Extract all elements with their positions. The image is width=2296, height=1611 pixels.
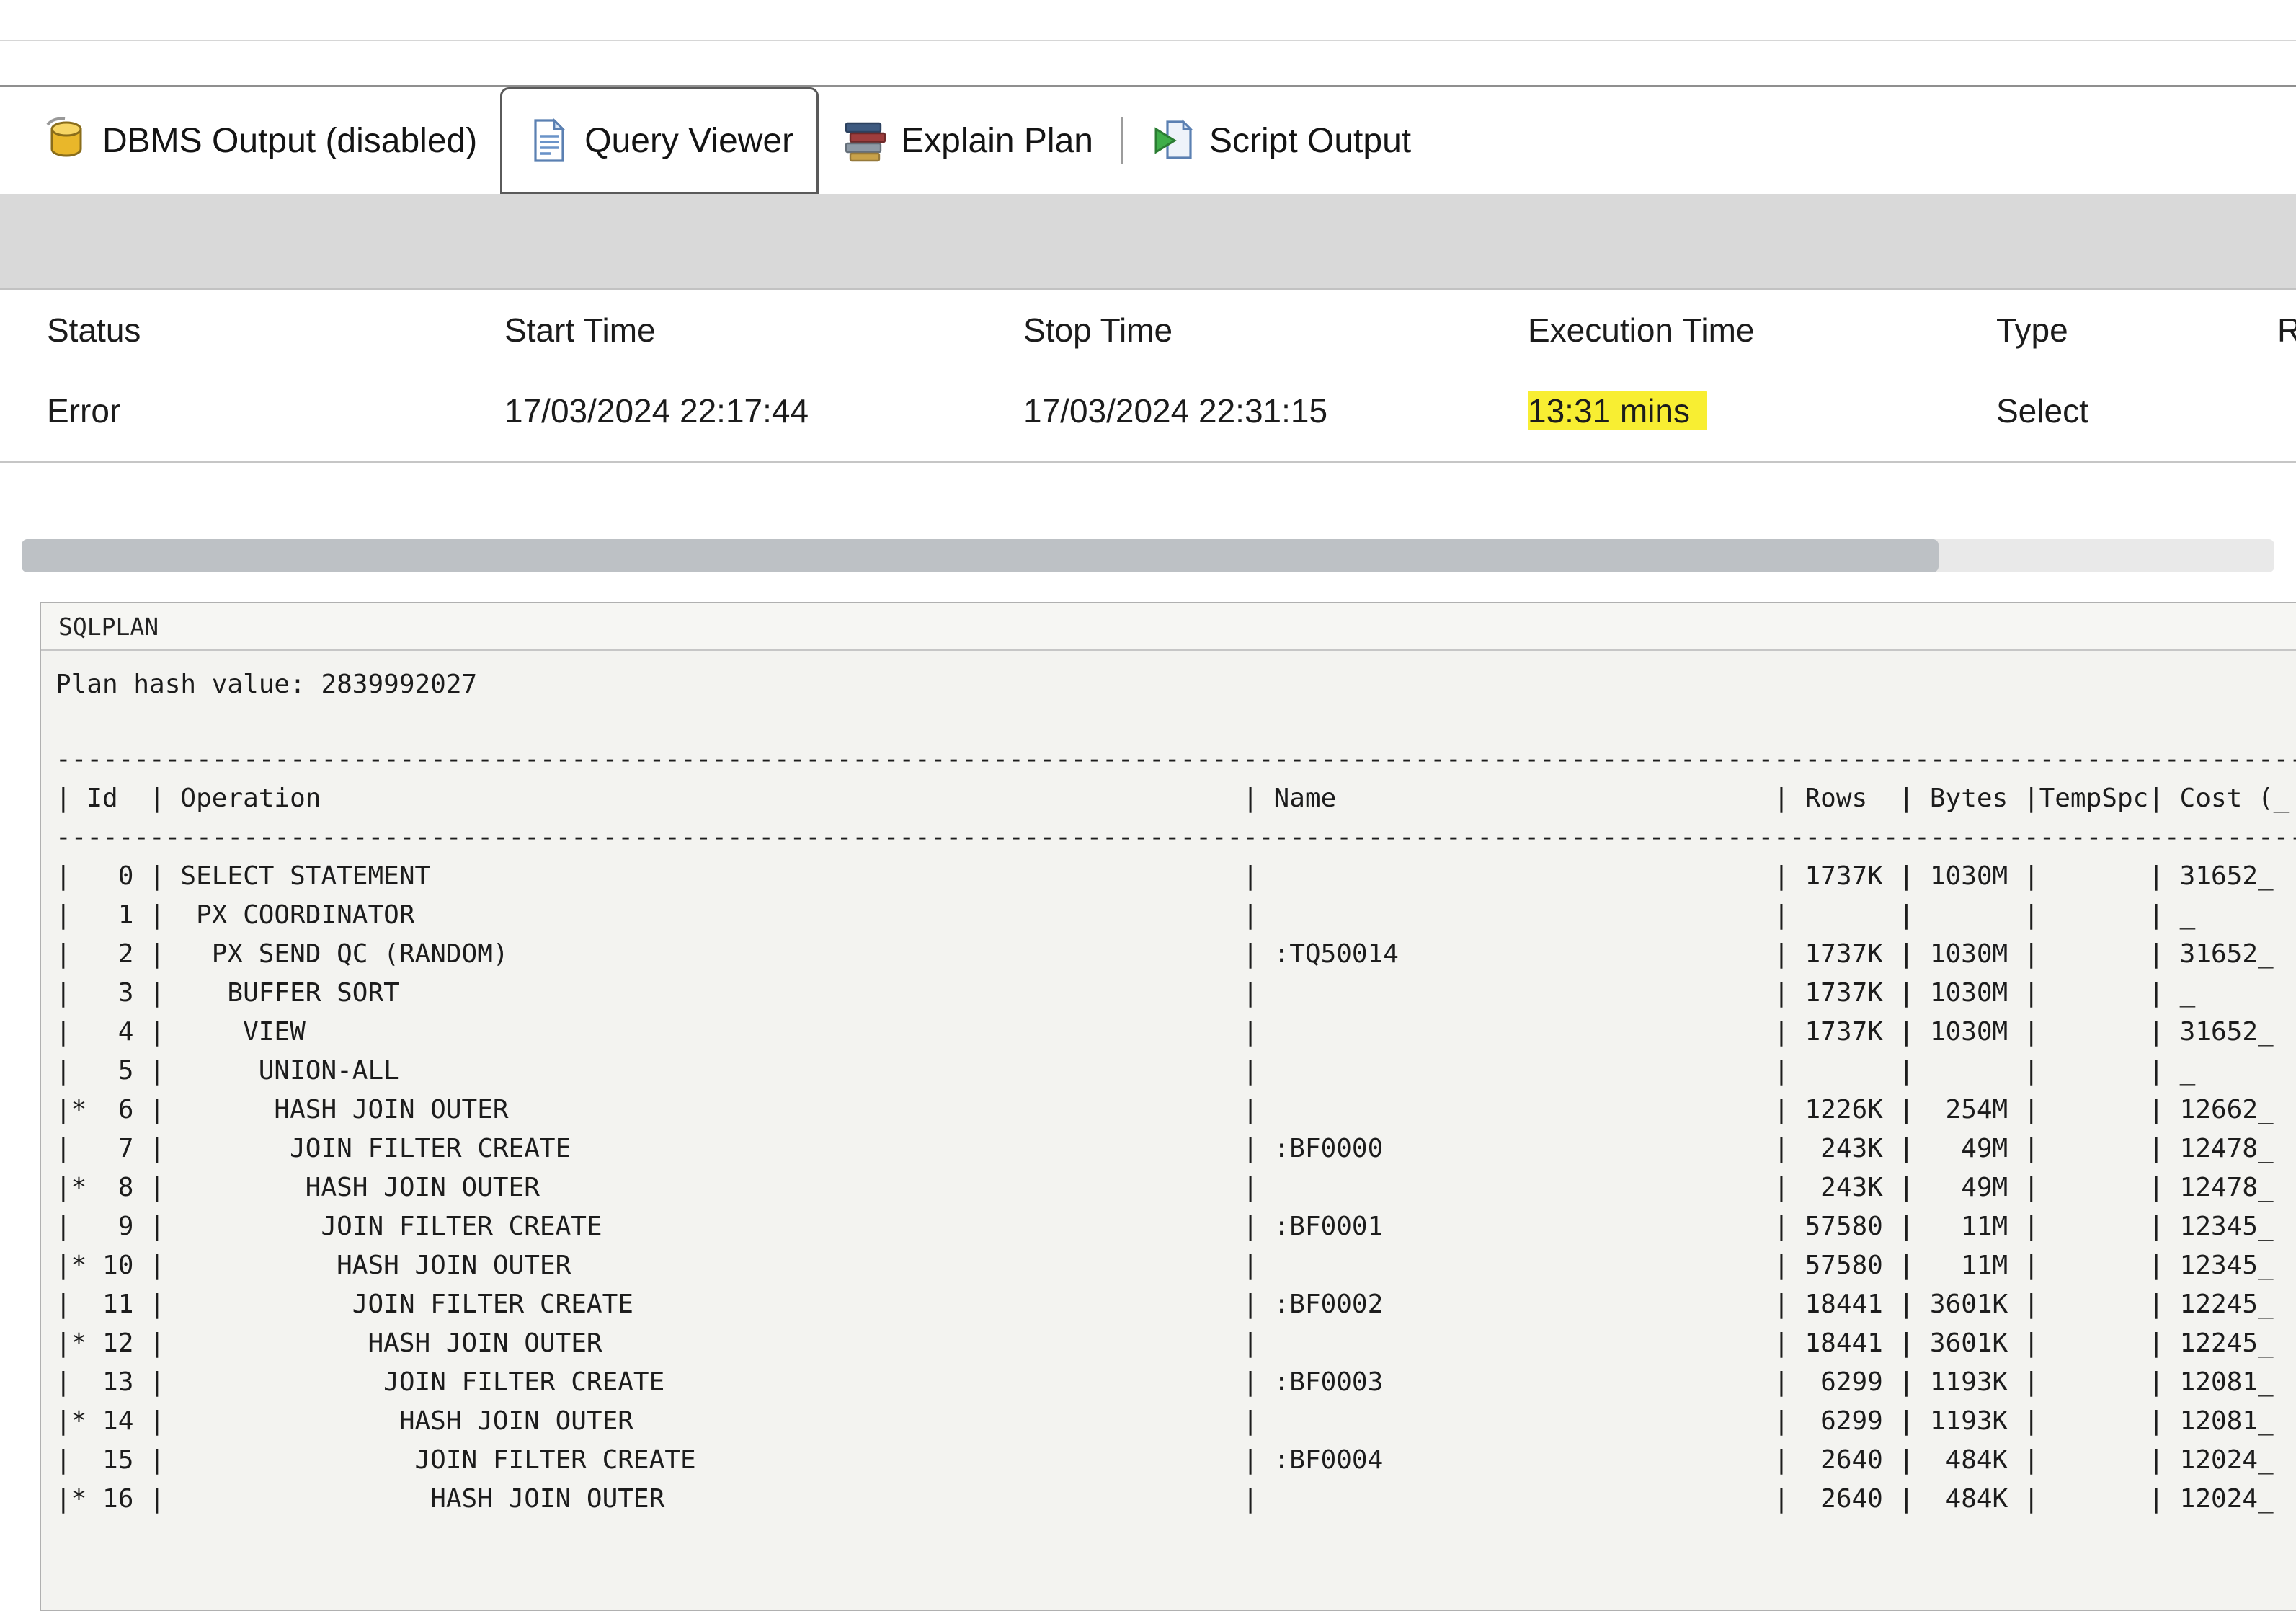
tab-dbms-output[interactable]: DBMS Output (disabled) [20,87,500,194]
results-column-header-r[interactable]: R [2277,311,2296,350]
tab-query-viewer[interactable]: Query Viewer [500,87,819,194]
results-column-header-status[interactable]: Status [47,311,504,350]
plan-row: | 9 | JOIN FILTER CREATE | :BF0001 | 575… [55,1212,2274,1241]
top-splitter-line [0,40,2296,41]
horizontal-scrollbar[interactable] [22,539,2274,572]
plan-row: | 0 | SELECT STATEMENT | | 1737K | 1030M… [55,861,2274,891]
tab-label: Query Viewer [584,121,794,160]
results-column-header-type[interactable]: Type [1996,311,2277,350]
results-data-row[interactable]: Error 17/03/2024 22:17:44 17/03/2024 22:31… [47,370,2296,451]
results-cell-execution_time[interactable]: 13:31 mins [1528,391,1996,430]
results-header-row: Status Start Time Stop Time Execution Time T… [47,290,2296,370]
results-cell-start_time[interactable]: 17/03/2024 22:17:44 [504,391,1023,430]
plan-row: |* 16 | HASH JOIN OUTER | | 2640 | 484K … [55,1484,2274,1514]
results-column-header-execution_time[interactable]: Execution Time [1528,311,1996,350]
plan-row: | 3 | BUFFER SORT | | 1737K | 1030M | | … [55,978,2196,1008]
plan-row: | 15 | JOIN FILTER CREATE | :BF0004 | 26… [55,1445,2274,1475]
script-output-icon [1150,117,1196,164]
tab-script-output[interactable]: Script Output [1127,87,1434,194]
plan-row: | 11 | JOIN FILTER CREATE | :BF0002 | 18… [55,1290,2274,1319]
results-cell-stop_time[interactable]: 17/03/2024 22:31:15 [1023,391,1528,430]
tab-label: Explain Plan [901,121,1093,160]
plan-row: |* 6 | HASH JOIN OUTER | | 1226K | 254M … [55,1095,2274,1124]
plan-row: |* 10 | HASH JOIN OUTER | | 57580 | 11M … [55,1251,2274,1280]
plan-separator: ----------------------------------------… [55,822,2296,852]
plan-row: | 5 | UNION-ALL | | | | | _ [55,1056,2196,1086]
horizontal-scrollbar-thumb[interactable] [22,539,1939,572]
plan-row: | 2 | PX SEND QC (RANDOM) | :TQ50014 | 1… [55,939,2274,969]
sqlplan-panel: SQLPLAN Plan hash value: 2839992027 ----… [40,602,2296,1611]
results-column-header-stop_time[interactable]: Stop Time [1023,311,1528,350]
plan-row: | 7 | JOIN FILTER CREATE | :BF0000 | 243… [55,1134,2274,1163]
plan-hash-line: Plan hash value: 2839992027 [55,670,478,699]
plan-separator: ----------------------------------------… [55,745,2296,774]
tab-bar: DBMS Output (disabled) Query Viewer Expl… [0,87,2296,194]
explain-plan-icon [842,117,888,164]
plan-row: | 13 | JOIN FILTER CREATE | :BF0003 | 62… [55,1367,2274,1397]
plan-row: |* 8 | HASH JOIN OUTER | | 243K | 49M | … [55,1173,2274,1202]
execution-time-highlight: 13:31 mins [1528,391,1708,430]
plan-row: |* 14 | HASH JOIN OUTER | | 6299 | 1193K… [55,1406,2274,1436]
sqlplan-column-header[interactable]: SQLPLAN [41,603,2296,651]
tab-label: DBMS Output (disabled) [102,121,478,160]
plan-lines[interactable]: Plan hash value: 2839992027 ------------… [41,651,2296,1519]
tab-explain-plan[interactable]: Explain Plan [819,87,1116,194]
plan-row: | 4 | VIEW | | 1737K | 1030M | | 31652_ [55,1017,2274,1047]
dbms-output-icon [43,117,89,164]
plan-row: |* 12 | HASH JOIN OUTER | | 18441 | 3601… [55,1328,2274,1358]
query-viewer-icon [525,117,571,164]
tab-label: Script Output [1209,121,1412,160]
results-cell-type[interactable]: Select [1996,391,2277,430]
query-viewer-toolbar [0,194,2296,290]
results-column-header-start_time[interactable]: Start Time [504,311,1023,350]
plan-row: | 1 | PX COORDINATOR | | | | | _ [55,900,2196,930]
plan-header-line: | Id | Operation | Name | Rows | Bytes |… [55,784,2290,813]
results-cell-status[interactable]: Error [47,391,504,430]
query-results-grid: Status Start Time Stop Time Execution Time T… [0,290,2296,463]
tab-divider [1120,117,1123,164]
